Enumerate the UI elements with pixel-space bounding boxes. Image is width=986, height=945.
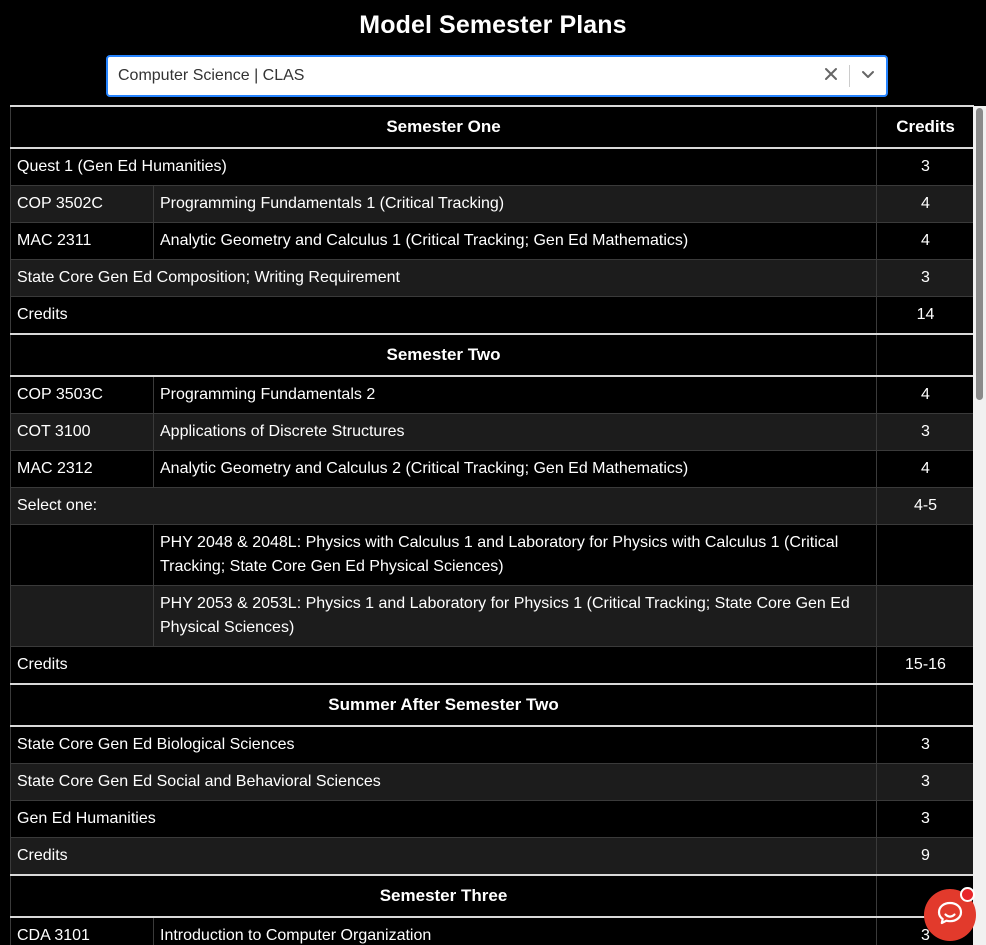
course-credits: 3 (876, 763, 974, 801)
major-select-value: Computer Science | CLAS (118, 67, 305, 84)
section-heading: Semester Two (10, 333, 877, 377)
course-credits: 3 (876, 147, 974, 186)
credits-total-row: Credits 14 (10, 296, 974, 335)
table-row: State Core Gen Ed Composition; Writing R… (10, 259, 974, 297)
course-name: Quest 1 (Gen Ed Humanities) (10, 147, 877, 186)
course-name: Select one: (10, 487, 877, 525)
course-credits: 4-5 (876, 487, 974, 525)
course-name: Programming Fundamentals 1 (Critical Tra… (153, 185, 877, 223)
table-row: State Core Gen Ed Biological Sciences 3 (10, 725, 974, 764)
notification-dot (960, 887, 975, 902)
table-row: Gen Ed Humanities 3 (10, 800, 974, 838)
course-code: COP 3503C (10, 375, 154, 414)
chevron-down-icon (861, 67, 875, 86)
table-scrollbar[interactable] (973, 106, 986, 945)
section-heading: Summer After Semester Two (10, 683, 877, 727)
page: Model Semester Plans Computer Science | … (0, 0, 986, 945)
table-row: MAC 2312 Analytic Geometry and Calculus … (10, 450, 974, 488)
credits-heading (876, 333, 974, 377)
credits-total-row: Credits 15-16 (10, 646, 974, 685)
course-name: State Core Gen Ed Composition; Writing R… (10, 259, 877, 297)
table-row: Quest 1 (Gen Ed Humanities) 3 (10, 147, 974, 186)
course-name: PHY 2053 & 2053L: Physics 1 and Laborato… (153, 585, 877, 647)
course-code (10, 524, 154, 586)
course-credits: 3 (876, 800, 974, 838)
course-credits (876, 524, 974, 586)
major-select[interactable]: Computer Science | CLAS (106, 55, 888, 97)
course-credits: 3 (876, 725, 974, 764)
credits-total-label: Credits (10, 646, 877, 685)
scrollbar-thumb[interactable] (976, 108, 983, 400)
course-code: MAC 2311 (10, 222, 154, 260)
table-row: PHY 2053 & 2053L: Physics 1 and Laborato… (10, 585, 974, 647)
credits-heading (876, 683, 974, 727)
course-name: State Core Gen Ed Biological Sciences (10, 725, 877, 764)
course-code: MAC 2312 (10, 450, 154, 488)
table-row: CDA 3101 Introduction to Computer Organi… (10, 916, 974, 945)
section-header-row: Semester One Credits (10, 105, 974, 149)
table-row: State Core Gen Ed Social and Behavioral … (10, 763, 974, 801)
semester-plan-table: Semester One Credits Quest 1 (Gen Ed Hum… (10, 105, 974, 945)
course-code: COT 3100 (10, 413, 154, 451)
table-row: COT 3100 Applications of Discrete Struct… (10, 413, 974, 451)
course-name: Analytic Geometry and Calculus 1 (Critic… (153, 222, 877, 260)
section-heading: Semester Three (10, 874, 877, 918)
credits-total-label: Credits (10, 296, 877, 335)
course-name: PHY 2048 & 2048L: Physics with Calculus … (153, 524, 877, 586)
section-header-row: Semester Three (10, 874, 974, 918)
course-name: Introduction to Computer Organization (153, 916, 877, 945)
course-credits: 4 (876, 222, 974, 260)
credits-total-value: 9 (876, 837, 974, 876)
course-credits: 4 (876, 375, 974, 414)
clear-selection-button[interactable] (813, 57, 849, 95)
credits-heading: Credits (876, 105, 974, 149)
chat-bubble-icon (936, 899, 964, 932)
semester-plan-table-container[interactable]: Semester One Credits Quest 1 (Gen Ed Hum… (10, 105, 974, 945)
course-name: Gen Ed Humanities (10, 800, 877, 838)
course-name: Programming Fundamentals 2 (153, 375, 877, 414)
credits-total-row: Credits 9 (10, 837, 974, 876)
section-heading: Semester One (10, 105, 877, 149)
credits-total-value: 14 (876, 296, 974, 335)
course-credits: 4 (876, 450, 974, 488)
course-name: State Core Gen Ed Social and Behavioral … (10, 763, 877, 801)
course-credits (876, 585, 974, 647)
page-title: Model Semester Plans (359, 11, 627, 39)
course-credits: 4 (876, 185, 974, 223)
course-code: COP 3502C (10, 185, 154, 223)
close-icon (824, 67, 838, 86)
course-name: Analytic Geometry and Calculus 2 (Critic… (153, 450, 877, 488)
course-code: CDA 3101 (10, 916, 154, 945)
section-header-row: Semester Two (10, 333, 974, 377)
course-credits: 3 (876, 259, 974, 297)
dropdown-toggle[interactable] (850, 57, 886, 95)
table-row: Select one: 4-5 (10, 487, 974, 525)
table-row: COP 3502C Programming Fundamentals 1 (Cr… (10, 185, 974, 223)
section-header-row: Summer After Semester Two (10, 683, 974, 727)
course-code (10, 585, 154, 647)
credits-total-label: Credits (10, 837, 877, 876)
table-row: PHY 2048 & 2048L: Physics with Calculus … (10, 524, 974, 586)
credits-total-value: 15-16 (876, 646, 974, 685)
table-row: COP 3503C Programming Fundamentals 2 4 (10, 375, 974, 414)
table-row: MAC 2311 Analytic Geometry and Calculus … (10, 222, 974, 260)
course-name: Applications of Discrete Structures (153, 413, 877, 451)
course-credits: 3 (876, 413, 974, 451)
